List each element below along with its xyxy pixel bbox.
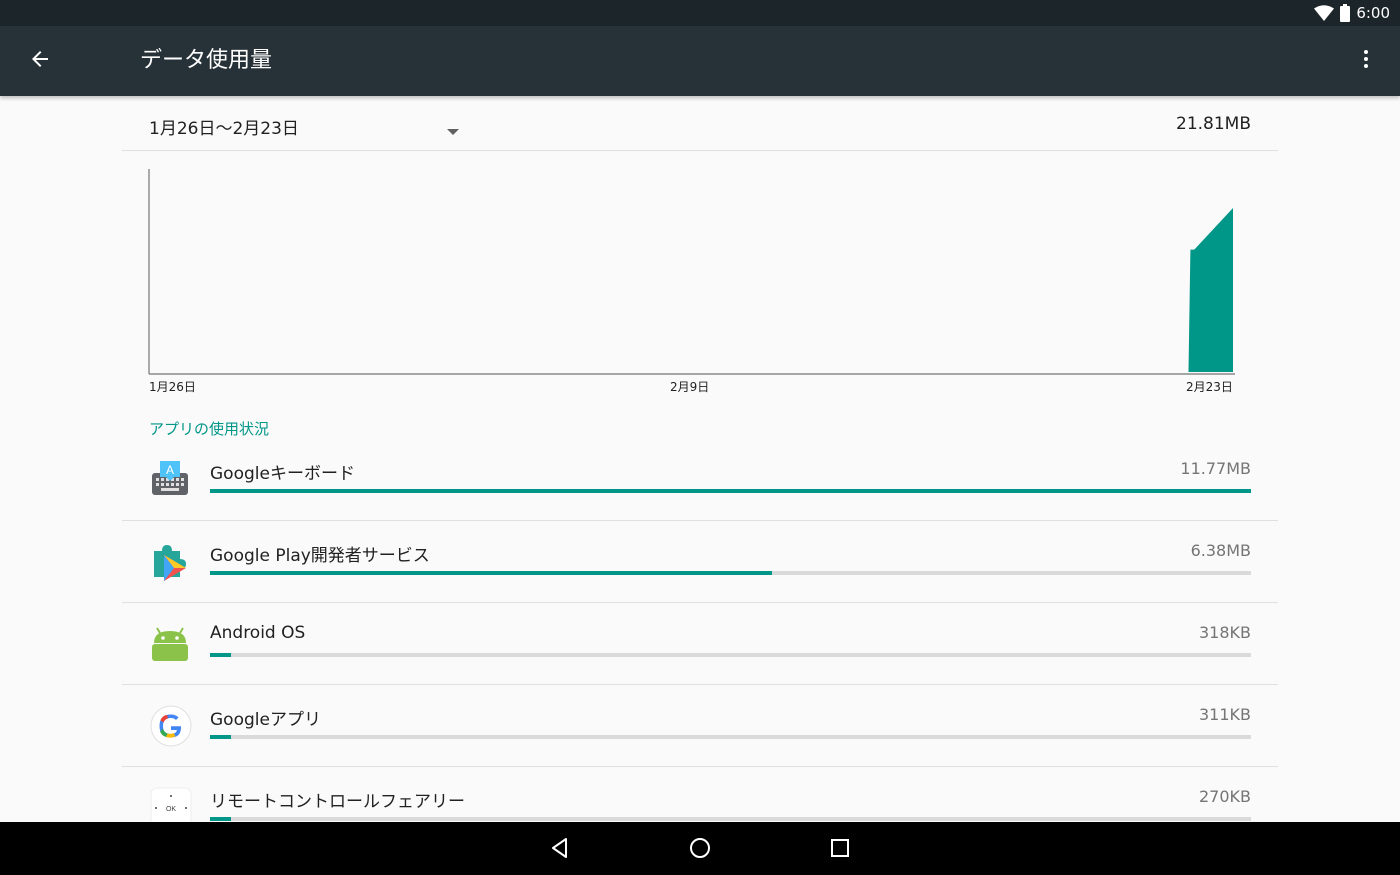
usage-bar-fill [210, 489, 1251, 493]
app-bar: データ使用量 [0, 26, 1400, 96]
keyboard-icon: A [150, 459, 190, 499]
app-name: Googleアプリ [210, 710, 321, 730]
app-row-remote-control[interactable]: OK リモートコントロールフェアリー 270KB [122, 767, 1278, 822]
usage-bar-track [210, 653, 1251, 657]
usage-bar-fill [210, 735, 231, 739]
app-row-google-app[interactable]: Googleアプリ 311KB [122, 685, 1278, 767]
usage-bar-fill [210, 571, 773, 575]
x-tick-end: 2月23日 [1186, 380, 1233, 394]
svg-text:A: A [166, 463, 174, 477]
main-content: 1月26日～2月23日 21.81MB 1月26日 2月9日 2月23日 アプリ… [122, 96, 1278, 822]
usage-bar-fill [210, 653, 231, 657]
dropdown-arrow-icon [447, 121, 459, 140]
cycle-spinner[interactable]: 1月26日～2月23日 [149, 110, 467, 140]
usage-area-series [1188, 208, 1233, 372]
play-services-icon [150, 541, 190, 581]
usage-chart-svg [148, 169, 1235, 375]
nav-recents-button[interactable] [818, 828, 862, 872]
usage-bar-track [210, 735, 1251, 739]
more-options-button[interactable] [1342, 37, 1390, 85]
app-usage-section-title: アプリの使用状況 [149, 420, 270, 438]
navigation-bar [0, 822, 1400, 875]
cycle-row: 1月26日～2月23日 21.81MB [122, 96, 1278, 151]
wifi-icon [1314, 5, 1335, 21]
app-row-google-keyboard[interactable]: A Googleキーボード 11.77MB [122, 439, 1278, 521]
nav-home-button[interactable] [678, 828, 722, 872]
svg-text:OK: OK [166, 806, 176, 813]
app-usage-list: A Googleキーボード 11.77MB Google Play開発者サービス… [122, 439, 1278, 822]
app-name: Googleキーボード [210, 464, 355, 484]
circle-home-icon [689, 837, 711, 863]
usage-bar-track [210, 571, 1251, 575]
app-row-play-services[interactable]: Google Play開発者サービス 6.38MB [122, 521, 1278, 603]
more-vert-icon [1354, 47, 1378, 75]
square-recents-icon [830, 838, 850, 862]
clock: 6:00 [1356, 4, 1390, 22]
arrow-back-icon [28, 47, 52, 75]
usage-bar-track [210, 489, 1251, 493]
cycle-range-label: 1月26日～2月23日 [149, 119, 299, 139]
total-usage: 21.81MB [1176, 114, 1251, 134]
android-icon [150, 623, 190, 663]
usage-bar-track [210, 817, 1251, 821]
triangle-back-icon [549, 837, 571, 863]
battery-icon [1340, 4, 1351, 22]
nav-back-button[interactable] [538, 828, 582, 872]
page-title: データ使用量 [140, 48, 273, 73]
app-usage-amount: 6.38MB [1190, 541, 1251, 560]
app-usage-amount: 318KB [1198, 623, 1251, 642]
app-name: Android OS [210, 623, 306, 643]
usage-chart[interactable]: 1月26日 2月9日 2月23日 [122, 151, 1278, 397]
back-button[interactable] [16, 37, 64, 85]
usage-bar-fill [210, 817, 231, 821]
app-name: Google Play開発者サービス [210, 546, 430, 566]
remote-control-icon: OK [150, 787, 192, 822]
x-tick-start: 1月26日 [149, 380, 196, 394]
app-name: リモートコントロールフェアリー [210, 792, 465, 812]
app-usage-amount: 311KB [1198, 705, 1251, 724]
status-bar: 6:00 [0, 0, 1400, 26]
x-tick-middle: 2月9日 [670, 380, 710, 394]
app-usage-amount: 270KB [1198, 787, 1251, 806]
app-row-android-os[interactable]: Android OS 318KB [122, 603, 1278, 685]
app-usage-amount: 11.77MB [1180, 459, 1251, 478]
google-icon [150, 705, 192, 747]
